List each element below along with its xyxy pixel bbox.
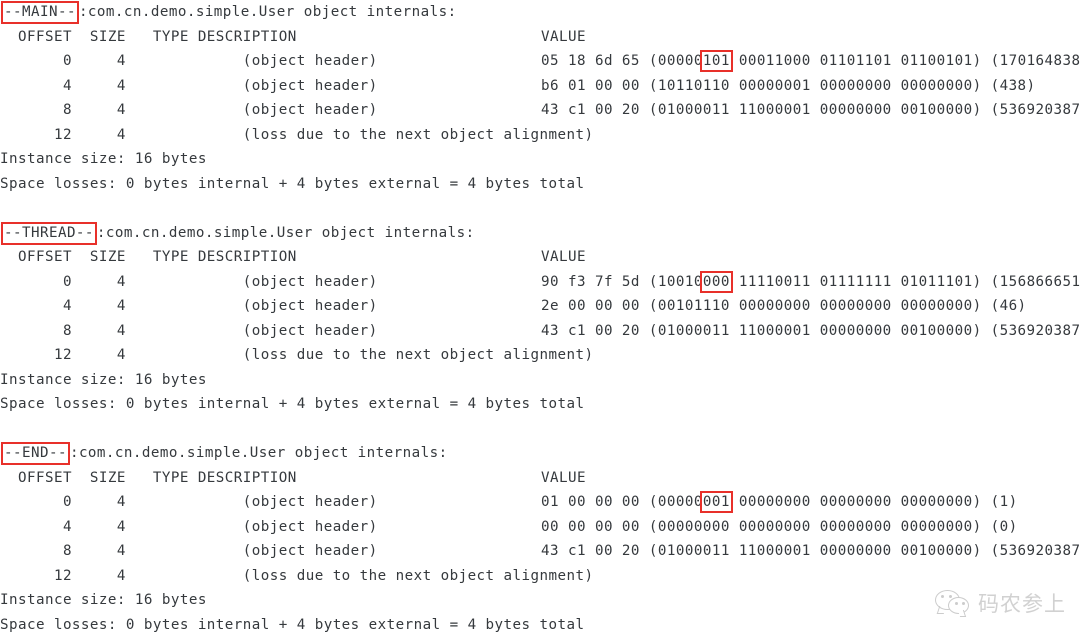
table-row: 12 4 (loss due to the next object alignm… [0, 564, 1080, 589]
value-bits-suffix: 00000000 00000000 00000000) (1) [730, 494, 1018, 510]
value-hex-prefix: 01 00 00 00 (00000 [541, 494, 703, 510]
table-header-row: OFFSET SIZE TYPE DESCRIPTION VALUE [0, 466, 1080, 491]
row-left-columns: 0 4 (object header) [0, 274, 378, 290]
value-cell: 90 f3 7f 5d (10010000 11110011 01111111 … [541, 270, 1080, 295]
block-title-text: :com.cn.demo.simple.User object internal… [79, 4, 457, 20]
value-column-header: VALUE [541, 466, 586, 491]
value-hex-prefix: b6 01 00 00 (10110110 00000001 00000000 … [541, 78, 1036, 94]
table-row: 4 4 (object header) b6 01 00 00 (10110110… [0, 74, 1080, 99]
block-separator [0, 417, 1080, 442]
row-left-columns: 4 4 (object header) [0, 78, 378, 94]
row-left-columns: 0 4 (object header) [0, 53, 378, 69]
value-hex-prefix: 43 c1 00 20 (01000011 11000001 00000000 … [541, 323, 1080, 339]
value-column-header: VALUE [541, 25, 586, 50]
table-row: 8 4 (object header) 43 c1 00 20 (01000011… [0, 98, 1080, 123]
block-title-text: :com.cn.demo.simple.User object internal… [97, 225, 475, 241]
highlighted-bits: 101 [700, 50, 733, 72]
row-left-columns: 8 4 (object header) [0, 323, 378, 339]
table-header-left: OFFSET SIZE TYPE DESCRIPTION [0, 470, 297, 486]
row-left-columns: 8 4 (object header) [0, 102, 378, 118]
space-losses-text: Space losses: 0 bytes internal + 4 bytes… [0, 176, 584, 192]
table-row: 4 4 (object header) 00 00 00 00 (00000000… [0, 515, 1080, 540]
space-losses-text: Space losses: 0 bytes internal + 4 bytes… [0, 396, 584, 412]
table-header-row: OFFSET SIZE TYPE DESCRIPTION VALUE [0, 245, 1080, 270]
block-title-text: :com.cn.demo.simple.User object internal… [70, 445, 448, 461]
block-label-highlight: --END-- [1, 442, 70, 465]
table-row: 0 4 (object header) 01 00 00 00 (00000001… [0, 490, 1080, 515]
instance-size-line: Instance size: 16 bytes [0, 588, 1080, 613]
space-losses-line: Space losses: 0 bytes internal + 4 bytes… [0, 613, 1080, 637]
table-row: 12 4 (loss due to the next object alignm… [0, 343, 1080, 368]
table-row: 8 4 (object header) 43 c1 00 20 (01000011… [0, 539, 1080, 564]
value-cell: 05 18 6d 65 (00000101 00011000 01101101 … [541, 49, 1080, 74]
table-row: 0 4 (object header) 05 18 6d 65 (00000101… [0, 49, 1080, 74]
value-hex-prefix: 2e 00 00 00 (00101110 00000000 00000000 … [541, 298, 1027, 314]
block-label-highlight: --THREAD-- [1, 222, 97, 245]
value-cell: 43 c1 00 20 (01000011 11000001 00000000 … [541, 319, 1080, 344]
highlighted-bits: 001 [700, 491, 733, 513]
value-bits-suffix: 00011000 01101101 01100101) (1701648389) [730, 53, 1080, 69]
table-row: 12 4 (loss due to the next object alignm… [0, 123, 1080, 148]
block-title: --THREAD--:com.cn.demo.simple.User objec… [0, 221, 1080, 246]
value-column-header: VALUE [541, 245, 586, 270]
space-losses-text: Space losses: 0 bytes internal + 4 bytes… [0, 617, 584, 633]
value-hex-prefix: 43 c1 00 20 (01000011 11000001 00000000 … [541, 543, 1080, 559]
row-left-columns: 12 4 (loss due to the next object alignm… [0, 127, 593, 143]
value-cell: 2e 00 00 00 (00101110 00000000 00000000 … [541, 294, 1027, 319]
instance-size-text: Instance size: 16 bytes [0, 151, 207, 167]
value-bits-suffix: 11110011 01111111 01011101) (1568666512) [730, 274, 1080, 290]
value-cell: 00 00 00 00 (00000000 00000000 00000000 … [541, 515, 1018, 540]
table-header-left: OFFSET SIZE TYPE DESCRIPTION [0, 249, 297, 265]
value-cell: 01 00 00 00 (00000001 00000000 00000000 … [541, 490, 1018, 515]
block-title: --END--:com.cn.demo.simple.User object i… [0, 441, 1080, 466]
instance-size-text: Instance size: 16 bytes [0, 372, 207, 388]
space-losses-line: Space losses: 0 bytes internal + 4 bytes… [0, 172, 1080, 197]
block-separator [0, 196, 1080, 221]
block-title: --MAIN--:com.cn.demo.simple.User object … [0, 0, 1080, 25]
table-row: 8 4 (object header) 43 c1 00 20 (01000011… [0, 319, 1080, 344]
table-row: 4 4 (object header) 2e 00 00 00 (00101110… [0, 294, 1080, 319]
table-header-left: OFFSET SIZE TYPE DESCRIPTION [0, 29, 297, 45]
row-left-columns: 8 4 (object header) [0, 543, 378, 559]
value-cell: 43 c1 00 20 (01000011 11000001 00000000 … [541, 98, 1080, 123]
block-label-highlight: --MAIN-- [1, 1, 79, 24]
value-cell: b6 01 00 00 (10110110 00000001 00000000 … [541, 74, 1036, 99]
table-row: 0 4 (object header) 90 f3 7f 5d (10010000… [0, 270, 1080, 295]
value-hex-prefix: 00 00 00 00 (00000000 00000000 00000000 … [541, 519, 1018, 535]
row-left-columns: 12 4 (loss due to the next object alignm… [0, 568, 593, 584]
row-left-columns: 4 4 (object header) [0, 298, 378, 314]
value-cell: 43 c1 00 20 (01000011 11000001 00000000 … [541, 539, 1080, 564]
highlighted-bits: 000 [700, 271, 733, 293]
instance-size-text: Instance size: 16 bytes [0, 592, 207, 608]
row-left-columns: 0 4 (object header) [0, 494, 378, 510]
value-hex-prefix: 43 c1 00 20 (01000011 11000001 00000000 … [541, 102, 1080, 118]
row-left-columns: 12 4 (loss due to the next object alignm… [0, 347, 593, 363]
console-output: --MAIN--:com.cn.demo.simple.User object … [0, 0, 1080, 636]
instance-size-line: Instance size: 16 bytes [0, 368, 1080, 393]
instance-size-line: Instance size: 16 bytes [0, 147, 1080, 172]
row-left-columns: 4 4 (object header) [0, 519, 378, 535]
space-losses-line: Space losses: 0 bytes internal + 4 bytes… [0, 392, 1080, 417]
value-hex-prefix: 05 18 6d 65 (00000 [541, 53, 703, 69]
value-hex-prefix: 90 f3 7f 5d (10010 [541, 274, 703, 290]
table-header-row: OFFSET SIZE TYPE DESCRIPTION VALUE [0, 25, 1080, 50]
